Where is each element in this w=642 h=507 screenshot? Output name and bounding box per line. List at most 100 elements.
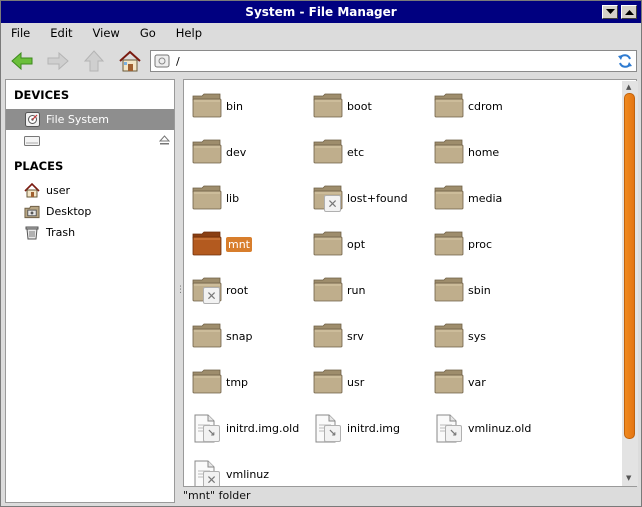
file-name: bin: [226, 99, 244, 113]
sidebar-item-drive[interactable]: [6, 130, 174, 151]
folder-icon: ✕: [313, 184, 343, 212]
location-bar[interactable]: /: [150, 50, 637, 72]
vertical-scrollbar[interactable]: ▲ ▼: [622, 81, 638, 486]
file-name: boot: [347, 99, 372, 113]
file-link-icon: ↘: [313, 414, 343, 443]
file-name: cdrom: [468, 99, 503, 113]
file-item-lib[interactable]: lib: [192, 181, 239, 215]
pane-splitter-handle[interactable]: ⋮: [176, 285, 185, 297]
broken-link-badge-icon: ✕: [203, 471, 220, 486]
file-item-tmp[interactable]: tmp: [192, 365, 248, 399]
harddisk-icon: [24, 112, 40, 128]
eject-icon[interactable]: [158, 135, 171, 148]
file-item-snap[interactable]: snap: [192, 319, 252, 353]
file-item-initrd-img[interactable]: ↘ initrd.img: [313, 411, 400, 445]
file-item-lost-found[interactable]: ✕ lost+found: [313, 181, 408, 215]
scroll-up-icon[interactable]: ▲: [626, 83, 631, 91]
forward-button[interactable]: [45, 49, 71, 73]
file-item-home[interactable]: home: [434, 135, 499, 169]
file-item-usr[interactable]: usr: [313, 365, 364, 399]
menu-bar: File Edit View Go Help: [1, 23, 641, 43]
file-name: lost+found: [347, 191, 408, 205]
home-icon: [24, 183, 40, 199]
title-bar[interactable]: System - File Manager: [1, 1, 641, 23]
file-name: var: [468, 375, 486, 389]
file-name: sbin: [468, 283, 491, 297]
file-item-var[interactable]: var: [434, 365, 486, 399]
folder-icon: [434, 322, 464, 350]
menu-edit[interactable]: Edit: [50, 26, 72, 40]
folder-icon: [434, 184, 464, 212]
sidebar-item-label: File System: [46, 113, 109, 126]
file-item-sbin[interactable]: sbin: [434, 273, 491, 307]
scroll-down-icon[interactable]: ▼: [626, 474, 631, 482]
folder-icon: [192, 322, 222, 350]
no-access-badge-icon: ✕: [203, 287, 220, 304]
file-item-sys[interactable]: sys: [434, 319, 486, 353]
chevron-down-icon: [605, 9, 615, 14]
drive-icon: [24, 133, 40, 149]
folder-icon: [434, 92, 464, 120]
home-button[interactable]: [117, 49, 143, 73]
back-button[interactable]: [9, 49, 35, 73]
sidebar-item-desktop[interactable]: Desktop: [6, 201, 174, 222]
no-access-badge-icon: ✕: [324, 195, 341, 212]
status-bar: "mnt" folder: [183, 488, 637, 503]
file-item-srv[interactable]: srv: [313, 319, 364, 353]
file-item-vmlinuz[interactable]: ✕ vmlinuz: [192, 457, 269, 486]
file-item-opt[interactable]: opt: [313, 227, 365, 261]
trash-icon: [24, 225, 40, 241]
minimize-button[interactable]: [602, 5, 618, 19]
file-name: media: [468, 191, 503, 205]
file-item-vmlinuz-old[interactable]: ↘ vmlinuz.old: [434, 411, 531, 445]
file-item-boot[interactable]: boot: [313, 89, 372, 123]
file-name: srv: [347, 329, 364, 343]
file-item-media[interactable]: media: [434, 181, 502, 215]
window-title: System - File Manager: [245, 5, 397, 19]
file-name: mnt: [226, 236, 252, 252]
folder-icon: [192, 230, 222, 258]
file-name: usr: [347, 375, 365, 389]
file-name: opt: [347, 237, 366, 251]
file-item-bin[interactable]: bin: [192, 89, 243, 123]
back-arrow-icon: [11, 51, 33, 71]
file-name: home: [468, 145, 500, 159]
scrollbar-thumb[interactable]: [624, 93, 635, 439]
menu-view[interactable]: View: [93, 26, 120, 40]
file-name: initrd.img: [347, 421, 400, 435]
file-item-initrd-img-old[interactable]: ↘ initrd.img.old: [192, 411, 299, 445]
file-name: etc: [347, 145, 365, 159]
up-button[interactable]: [81, 49, 107, 73]
sidebar-item-file-system[interactable]: File System: [6, 109, 174, 130]
drive-icon: [154, 54, 170, 68]
file-item-dev[interactable]: dev: [192, 135, 246, 169]
forward-arrow-icon: [47, 51, 69, 71]
folder-icon: [434, 368, 464, 396]
sidebar-item-trash[interactable]: Trash: [6, 222, 174, 243]
folder-icon: [434, 230, 464, 258]
menu-help[interactable]: Help: [176, 26, 202, 40]
menu-file[interactable]: File: [11, 26, 30, 40]
file-name: sys: [468, 329, 486, 343]
folder-icon: [313, 138, 343, 166]
folder-icon: [192, 184, 222, 212]
file-item-cdrom[interactable]: cdrom: [434, 89, 503, 123]
file-item-root[interactable]: ✕ root: [192, 273, 248, 307]
sidebar-item-label: user: [46, 184, 70, 197]
file-name: initrd.img.old: [226, 421, 300, 435]
menu-go[interactable]: Go: [140, 26, 156, 40]
refresh-icon[interactable]: [617, 53, 633, 69]
symlink-arrow-icon: ↘: [445, 425, 462, 442]
file-item-mnt[interactable]: mnt: [192, 227, 252, 261]
sidebar-item-label: Desktop: [46, 205, 92, 218]
sidebar-item-user[interactable]: user: [6, 180, 174, 201]
status-text: "mnt" folder: [183, 489, 251, 502]
places-heading: PLACES: [14, 159, 64, 173]
file-item-etc[interactable]: etc: [313, 135, 364, 169]
desktop-icon: [24, 204, 40, 220]
home-icon: [119, 50, 141, 72]
maximize-button[interactable]: [621, 5, 637, 19]
file-item-run[interactable]: run: [313, 273, 365, 307]
file-item-proc[interactable]: proc: [434, 227, 492, 261]
file-manager-window: System - File Manager File Edit View Go …: [0, 0, 642, 507]
